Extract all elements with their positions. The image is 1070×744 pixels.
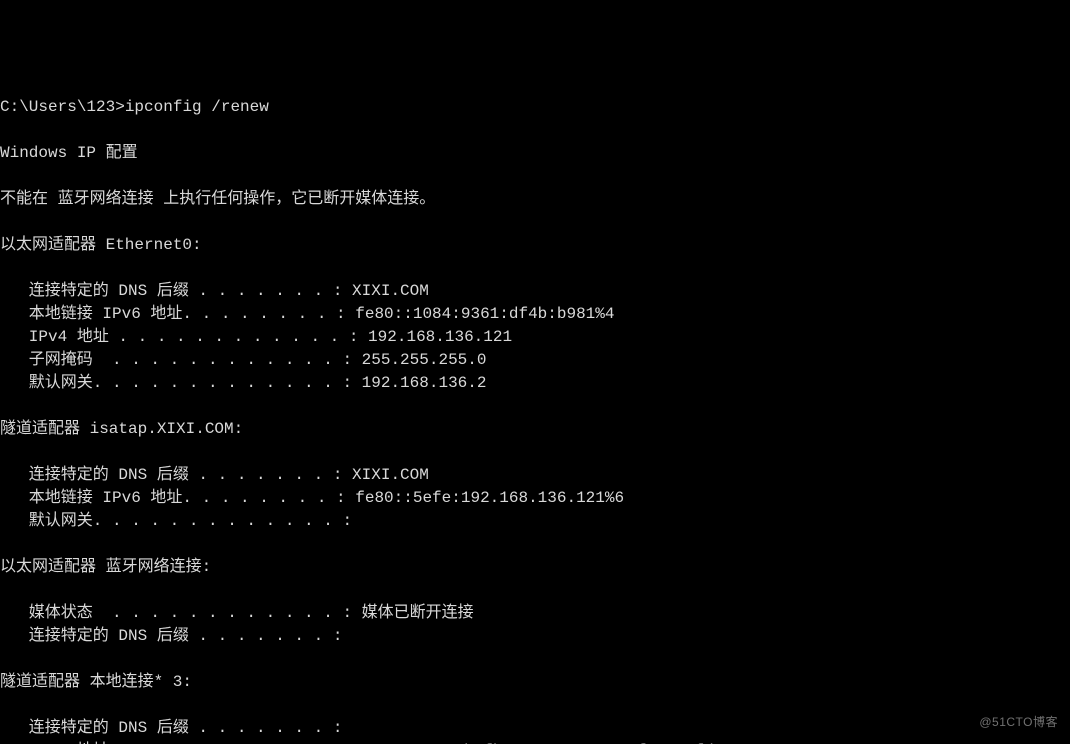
local3-ipv6-address: IPv6 地址 . . . . . . . . . . . . : 2001:0… [0, 742, 714, 744]
prompt: C:\Users\123> [0, 98, 125, 116]
command-line: C:\Users\123>ipconfig /renew [0, 98, 269, 116]
local3-adapter-title: 隧道适配器 本地连接* 3: [0, 673, 192, 691]
bluetooth-warning-line: 不能在 蓝牙网络连接 上执行任何操作，它已断开媒体连接。 [0, 190, 435, 208]
isatap-dns-suffix: 连接特定的 DNS 后缀 . . . . . . . : XIXI.COM [0, 466, 429, 484]
command-text: ipconfig /renew [125, 98, 269, 116]
ethernet-subnet-mask: 子网掩码 . . . . . . . . . . . . : 255.255.2… [0, 351, 486, 369]
ip-config-header: Windows IP 配置 [0, 144, 138, 162]
ethernet-default-gateway: 默认网关. . . . . . . . . . . . . : 192.168.… [0, 374, 486, 392]
isatap-link-local-ipv6: 本地链接 IPv6 地址. . . . . . . . : fe80::5efe… [0, 489, 624, 507]
isatap-default-gateway: 默认网关. . . . . . . . . . . . . : [0, 512, 352, 530]
isatap-adapter-title: 隧道适配器 isatap.XIXI.COM: [0, 420, 243, 438]
bluetooth-media-state: 媒体状态 . . . . . . . . . . . . : 媒体已断开连接 [0, 604, 474, 622]
watermark-label: @51CTO博客 [979, 711, 1058, 734]
bluetooth-adapter-title: 以太网适配器 蓝牙网络连接: [0, 558, 211, 576]
terminal-output[interactable]: C:\Users\123>ipconfig /renew Windows IP … [0, 96, 1070, 744]
bluetooth-dns-suffix: 连接特定的 DNS 后缀 . . . . . . . : [0, 627, 342, 645]
ethernet-ipv4-address: IPv4 地址 . . . . . . . . . . . . : 192.16… [0, 328, 512, 346]
ethernet-dns-suffix: 连接特定的 DNS 后缀 . . . . . . . : XIXI.COM [0, 282, 429, 300]
ethernet-link-local-ipv6: 本地链接 IPv6 地址. . . . . . . . : fe80::1084… [0, 305, 615, 323]
local3-dns-suffix: 连接特定的 DNS 后缀 . . . . . . . : [0, 719, 342, 737]
ethernet-adapter-title: 以太网适配器 Ethernet0: [0, 236, 202, 254]
